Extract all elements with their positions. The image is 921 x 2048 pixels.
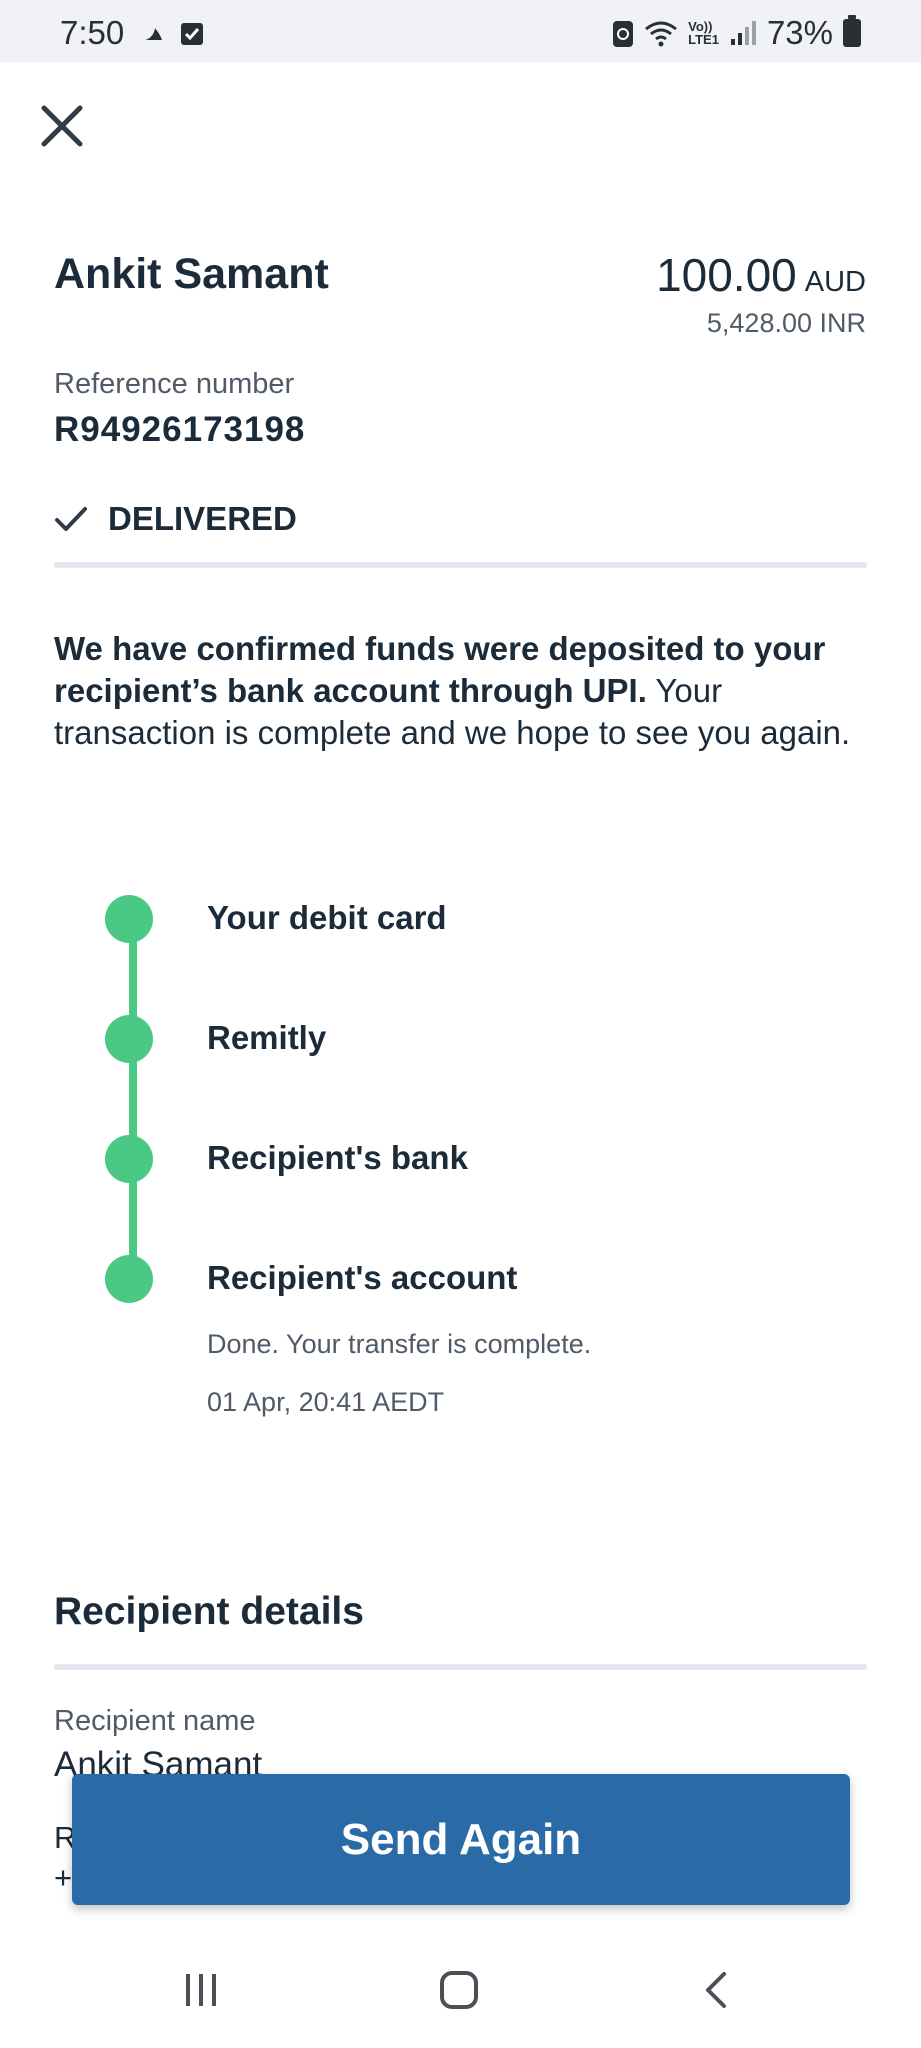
sync-icon: [613, 21, 634, 47]
volte-label-bottom: LTE1: [688, 32, 719, 47]
volte-icon: Vo)) LTE1: [688, 20, 719, 46]
status-icons: Vo)) LTE1 73%: [612, 14, 861, 52]
reference-number: R94926173198: [54, 410, 306, 449]
delivery-status: DELIVERED: [54, 500, 297, 538]
signal-icon: [730, 21, 756, 45]
timeline-step-label: Recipient's account: [207, 1259, 518, 1296]
check-square-icon: [181, 23, 203, 45]
checkmark-icon: [55, 507, 87, 531]
timeline-dot: [105, 895, 153, 943]
recipient-details-title: Recipient details: [54, 1590, 364, 1633]
battery-icon: [843, 15, 861, 47]
transfer-details-screen: 7:50 Vo)) LTE1 73% Ankit Samant 100.00 A…: [0, 0, 921, 2048]
reference-label: Reference number: [54, 368, 295, 400]
recipient-name-label: Recipient name: [54, 1705, 256, 1737]
back-icon[interactable]: [700, 1970, 732, 2010]
confirmation-message: We have confirmed funds were deposited t…: [54, 628, 866, 754]
status-label: DELIVERED: [108, 500, 297, 537]
status-bar: 7:50 Vo)) LTE1 73%: [0, 0, 921, 62]
wifi-icon: [645, 21, 678, 47]
timeline-dot: [105, 1015, 153, 1063]
close-icon[interactable]: [36, 100, 88, 152]
timeline-final-note: Done. Your transfer is complete.: [207, 1329, 592, 1359]
system-nav-bar: [0, 1940, 921, 2048]
recent-apps-icon[interactable]: [183, 1970, 219, 2010]
timeline-line: [129, 919, 137, 1277]
sent-amount-value: 100.00: [656, 249, 797, 301]
divider: [54, 1664, 867, 1670]
sent-amount-currency: AUD: [804, 266, 866, 298]
timeline-final-time: 01 Apr, 20:41 AEDT: [207, 1387, 445, 1417]
sent-amount: 100.00 AUD: [656, 248, 866, 302]
timeline-dot: [105, 1135, 153, 1183]
divider: [54, 562, 867, 568]
moon-icon: [144, 28, 162, 40]
timeline-step-label: Recipient's bank: [207, 1139, 468, 1176]
send-again-button[interactable]: Send Again: [72, 1774, 850, 1905]
converted-amount: 5,428.00 INR: [706, 308, 866, 338]
timeline-step-label: Remitly: [207, 1019, 327, 1056]
amount-block: 100.00 AUD 5,428.00 INR: [656, 248, 866, 339]
timeline-step-label: Your debit card: [207, 899, 447, 936]
partial-field-value: +: [54, 1860, 73, 1895]
battery-level: 73%: [766, 14, 833, 51]
recipient-name-title: Ankit Samant: [54, 250, 329, 298]
status-time: 7:50: [60, 14, 125, 51]
home-icon[interactable]: [438, 1970, 482, 2010]
timeline-dot: [105, 1255, 153, 1303]
